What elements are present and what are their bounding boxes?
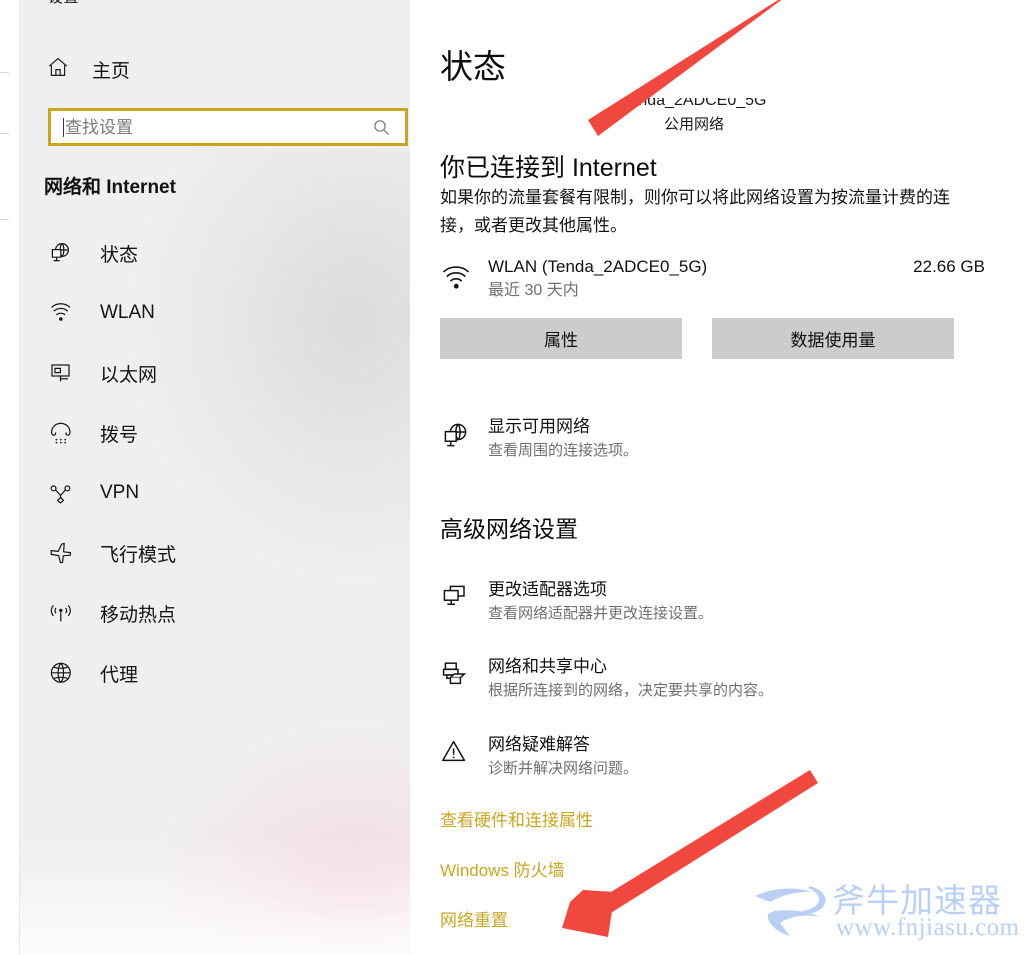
settings-window: 设置 主页 查找设置 网络和 Internet [0,0,1028,955]
main-content: 状态 Tenda_2ADCE0_5G 公用网络 你已连接到 Internet 如… [410,0,1028,955]
frame-divider [0,219,9,220]
item-text: 更改适配器选项 查看网络适配器并更改连接设置。 [488,578,713,626]
text-caret [63,117,64,137]
frame-divider [0,72,9,73]
connection-subtitle: 最近 30 天内 [488,282,579,299]
item-title: 更改适配器选项 [488,580,607,599]
search-placeholder: 查找设置 [65,117,133,137]
hotspot-icon [48,600,82,626]
link-hardware-connection-properties[interactable]: 查看硬件和连接属性 [440,806,593,831]
watermark: 斧牛加速器 www.fnjiasu.com [750,878,1028,952]
search-icon[interactable] [372,118,391,137]
window-frame-strip [0,0,20,955]
network-kind: 公用网络 [663,116,724,133]
connection-name: WLAN (Tenda_2ADCE0_5G) [488,257,708,276]
sidebar-item-label: 状态 [100,244,139,266]
show-available-networks[interactable]: 显示可用网络 查看周围的连接选项。 [440,415,980,463]
sidebar-item-home[interactable]: 主页 [42,50,130,88]
status-heading: 你已连接到 Internet [440,154,657,182]
wifi-icon [48,300,82,326]
properties-button[interactable]: 属性 [440,318,682,359]
item-title: 网络疑难解答 [488,735,590,754]
sidebar-item-label: WLAN [100,302,155,323]
change-adapter-options[interactable]: 更改适配器选项 查看网络适配器并更改连接设置。 [440,578,980,626]
network-name: Tenda_2ADCE0_5G [621,92,767,109]
frame-divider [0,133,9,134]
action-buttons: 属性 数据使用量 [440,318,954,359]
sidebar-item-vpn[interactable]: VPN [20,472,410,514]
watermark-brand: 斧牛加速器 [832,882,1002,919]
data-usage-button[interactable]: 数据使用量 [712,318,954,359]
sidebar-item-status[interactable]: 状态 [20,232,410,274]
watermark-url: www.fnjiasu.com [836,914,1020,941]
sidebar-item-label: 主页 [92,60,131,82]
sidebar-section-title: 网络和 Internet [44,177,176,198]
sharing-folder-icon [440,655,488,695]
sidebar-item-proxy[interactable]: 代理 [20,652,410,694]
network-troubleshooter[interactable]: 网络疑难解答 诊断并解决网络问题。 [440,733,980,781]
item-subtitle: 诊断并解决网络问题。 [488,760,639,777]
warning-triangle-icon [440,733,488,773]
search-input[interactable]: 查找设置 [48,108,408,146]
connection-usage: 22.66 GB [913,257,985,276]
page-title: 状态 [440,48,506,85]
connection-text: WLAN (Tenda_2ADCE0_5G) 最近 30 天内 [488,255,913,303]
sidebar-item-dialup[interactable]: 拨号 [20,412,410,454]
globe-monitor-icon [440,415,488,457]
item-text: 显示可用网络 查看周围的连接选项。 [488,415,638,463]
link-network-reset[interactable]: 网络重置 [440,906,508,931]
sidebar-item-label: 移动热点 [100,604,177,626]
sidebar-item-wlan[interactable]: WLAN [20,292,410,334]
link-windows-firewall[interactable]: Windows 防火墙 [440,856,565,881]
item-text: 网络和共享中心 根据所连接到的网络，决定要共享的内容。 [488,655,773,703]
item-subtitle: 根据所连接到的网络，决定要共享的内容。 [488,682,774,699]
globe-icon [48,660,82,686]
ethernet-icon [48,360,82,386]
advanced-section-title: 高级网络设置 [440,516,578,542]
home-icon [46,55,70,84]
item-text: 网络疑难解答 诊断并解决网络问题。 [488,733,638,781]
sidebar-item-label: 以太网 [100,364,158,386]
sidebar-tint-overlay [140,725,410,955]
app-title: 设置 [48,0,79,7]
sidebar-item-ethernet[interactable]: 以太网 [20,352,410,394]
sidebar-item-airplane-mode[interactable]: 飞行模式 [20,532,410,574]
item-title: 网络和共享中心 [488,657,607,676]
sidebar-item-mobile-hotspot[interactable]: 移动热点 [20,592,410,634]
item-subtitle: 查看网络适配器并更改连接设置。 [488,605,714,622]
item-title: 显示可用网络 [488,417,590,436]
wifi-icon [440,255,488,298]
dialup-phone-icon [48,420,82,446]
status-description: 如果你的流量套餐有限制，则你可以将此网络设置为按流量计费的连接，或者更改其他属性… [440,188,950,235]
airplane-icon [48,540,82,566]
network-sharing-center[interactable]: 网络和共享中心 根据所连接到的网络，决定要共享的内容。 [440,655,980,703]
connection-row: WLAN (Tenda_2ADCE0_5G) 最近 30 天内 22.66 GB [440,255,985,303]
sidebar-nav: 状态 WLAN 以太网 拨号 VPN 飞行模式 移动热点 代理 [20,232,410,712]
sidebar-bottom-fade [20,835,410,955]
vpn-icon [48,480,82,506]
sidebar-item-label: 拨号 [100,424,139,446]
brand-logo-icon [755,886,826,936]
item-subtitle: 查看周围的连接选项。 [488,442,639,459]
sidebar-item-label: VPN [100,482,140,503]
adapter-monitor-icon [440,578,488,618]
globe-monitor-icon [48,240,82,266]
sidebar-item-label: 代理 [100,664,139,686]
sidebar: 设置 主页 查找设置 网络和 Internet [20,0,410,955]
sidebar-item-label: 飞行模式 [100,544,177,566]
